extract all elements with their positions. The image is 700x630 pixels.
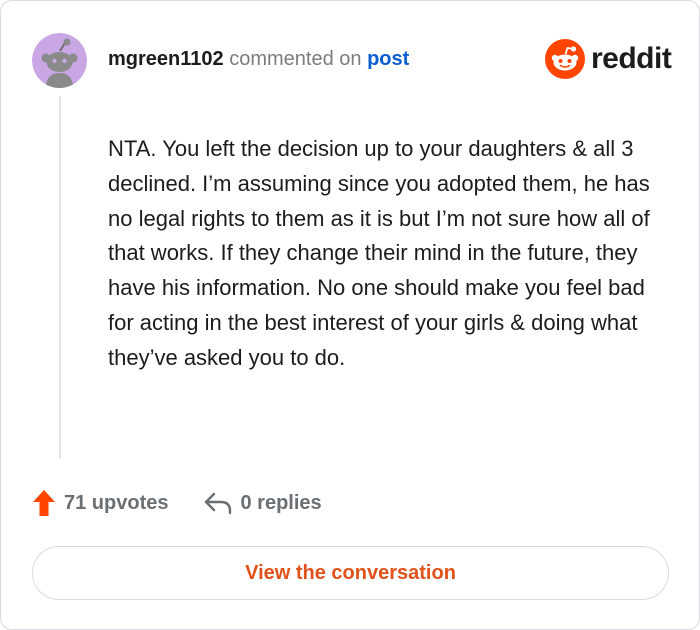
reddit-snoo-icon [545,39,585,79]
comment-header: mgreen1102 commented on post [108,47,409,71]
snoo-avatar-icon [32,33,87,88]
comment-actions: 71 upvotes 0 replies [32,487,322,519]
replies-button[interactable]: 0 replies [204,491,322,515]
reddit-logo[interactable]: reddit [545,39,672,79]
upvotes-count: 71 upvotes [64,492,169,514]
view-conversation-button[interactable]: View the conversation [32,546,669,600]
thread-line [59,96,61,459]
comment-body: NTA. You left the decision up to your da… [108,136,650,370]
username[interactable]: mgreen1102 [108,48,224,70]
post-link[interactable]: post [367,48,409,70]
user-avatar[interactable] [32,33,87,88]
reply-arrow-icon [205,492,232,515]
commented-on-text: commented on [229,48,362,70]
comment-card: mgreen1102 commented on post reddit NTA.… [0,0,700,630]
reddit-wordmark: reddit [591,42,672,75]
upvote-button[interactable]: 71 upvotes [32,489,168,517]
replies-count: 0 replies [240,492,322,514]
upvote-arrow-icon [33,490,55,516]
